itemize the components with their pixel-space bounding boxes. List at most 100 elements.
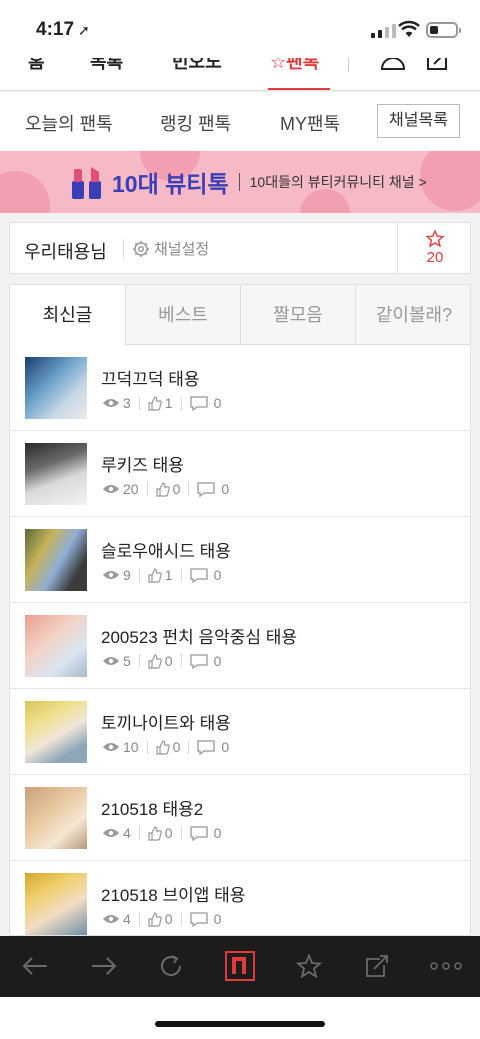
list-item[interactable]: 슬로우애시드 태용 9 1 0 [10, 517, 470, 603]
share-icon[interactable] [359, 950, 395, 982]
post-title: 200523 펀치 음악중심 태용 [101, 628, 298, 647]
list-item[interactable]: 루키즈 태용 20 0 0 [10, 431, 470, 517]
topnav-item-home[interactable]: 홈 [28, 58, 45, 74]
star-icon[interactable] [291, 950, 327, 982]
channel-name: 우리태용님 [24, 242, 107, 262]
comment-count: 0 [213, 911, 222, 927]
thumbs-up-icon [148, 653, 162, 669]
home-indicator [155, 1021, 325, 1027]
banner-title: 10대 뷰티톡 [112, 171, 229, 197]
comment-count: 0 [213, 567, 222, 583]
eye-icon [103, 571, 119, 579]
topnav-item-fantalk[interactable]: ☆팬톡 [270, 58, 319, 74]
post-thumbnail [25, 701, 87, 763]
refresh-icon[interactable] [153, 950, 189, 982]
comment-icon [189, 395, 208, 411]
post-meta: 4 0 0 [102, 825, 221, 841]
topnav-item-3[interactable]: 빈오노 [172, 58, 222, 74]
lipstick-icon [72, 167, 101, 199]
post-meta: 5 0 0 [102, 653, 221, 669]
thumbs-up-icon [148, 395, 162, 411]
comment-count: 0 [221, 739, 230, 755]
view-count: 10 [123, 739, 139, 755]
tab-my-fantalk[interactable]: MY팬톡 [280, 110, 340, 136]
thumbs-up-icon [155, 739, 170, 755]
list-item[interactable]: 200523 펀치 음악중심 태용 5 0 0 [10, 603, 470, 689]
list-item[interactable]: 210518 브이앱 태용 4 0 0 [10, 861, 470, 935]
comment-icon [189, 567, 208, 583]
banner-decoration [420, 151, 480, 211]
view-count: 3 [123, 395, 131, 411]
eye-icon [103, 485, 119, 493]
thumbs-up-icon [148, 825, 162, 841]
tab-watch-together[interactable]: 같이볼래? [355, 285, 470, 345]
post-title: 210518 태용2 [101, 800, 204, 819]
favorite-count: 20 [426, 249, 444, 266]
post-title: 토끼나이트와 태용 [101, 714, 231, 733]
battery-icon [426, 22, 461, 38]
post-title: 210518 브이앱 태용 [101, 886, 246, 905]
like-count: 0 [164, 825, 173, 841]
nav-divider [348, 58, 349, 72]
like-count: 0 [172, 481, 181, 497]
list-item[interactable]: 끄덕끄덕 태용 3 1 0 [10, 345, 470, 431]
eye-icon [103, 399, 119, 407]
topnav-item-list[interactable]: 목록 [90, 58, 123, 74]
like-count: 0 [164, 911, 173, 927]
eye-icon [103, 915, 119, 923]
banner-divider [238, 173, 240, 191]
n-home-icon[interactable] [222, 950, 258, 982]
promo-banner[interactable]: 10대 뷰티톡 10대들의 뷰티커뮤니티 채널 > [0, 151, 480, 213]
list-item[interactable]: 토끼나이트와 태용 10 0 0 [10, 689, 470, 775]
banner-description: 10대들의 뷰티커뮤니티 채널 > [249, 174, 427, 190]
comment-icon [189, 653, 208, 669]
channel-settings-label: 채널설정 [154, 241, 210, 258]
comment-icon [189, 911, 208, 927]
thumbs-up-icon [148, 567, 162, 583]
tab-gif-collection[interactable]: 짤모음 [240, 285, 355, 345]
list-item[interactable]: 210518 태용2 4 0 0 [10, 775, 470, 861]
tab-latest[interactable]: 최신글 [10, 285, 125, 345]
post-meta: 3 1 0 [102, 395, 221, 411]
star-icon: ☆ [270, 58, 287, 72]
comment-count: 0 [213, 825, 222, 841]
wifi-icon [398, 20, 420, 37]
post-title: 끄덕끄덕 태용 [101, 370, 200, 389]
tab-best[interactable]: 베스트 [125, 285, 240, 345]
post-meta: 9 1 0 [102, 567, 221, 583]
comment-icon [197, 481, 216, 497]
top-nav: 홈 목록 빈오노 ☆팬톡 [0, 58, 480, 91]
post-meta: 4 0 0 [102, 911, 221, 927]
write-icon[interactable] [426, 58, 452, 72]
back-arrow-icon[interactable] [17, 950, 53, 982]
gear-icon [133, 240, 149, 257]
favorite-button[interactable]: 20 [397, 223, 471, 273]
active-tab-underline [268, 88, 330, 90]
location-arrow-icon: ➚ [78, 22, 90, 38]
more-icon[interactable] [428, 950, 464, 982]
like-count: 0 [164, 653, 173, 669]
channel-list-button[interactable]: 채널목록 [377, 104, 460, 138]
channel-settings-button[interactable]: 채널설정 [132, 238, 209, 259]
notification-bell-icon[interactable] [380, 58, 406, 72]
tab-today-fantalk[interactable]: 오늘의 팬톡 [25, 110, 113, 136]
eye-icon [103, 657, 119, 665]
thumbs-up-icon [148, 911, 162, 927]
post-meta: 10 0 0 [102, 739, 229, 755]
post-thumbnail [25, 873, 87, 935]
cell-signal-icon [371, 24, 396, 38]
comment-count: 0 [213, 653, 222, 669]
post-title: 루키즈 태용 [101, 456, 184, 475]
view-count: 4 [123, 911, 131, 927]
banner-decoration [0, 171, 50, 213]
status-bar: 4:17 ➚ [0, 0, 480, 58]
star-outline-icon [426, 230, 444, 247]
tab-ranking-fantalk[interactable]: 랭킹 팬톡 [160, 110, 231, 136]
post-thumbnail [25, 529, 87, 591]
comment-count: 0 [221, 481, 230, 497]
status-time: 4:17 ➚ [36, 19, 90, 40]
forward-arrow-icon[interactable] [86, 950, 122, 982]
channel-header: 우리태용님 채널설정 20 [9, 222, 471, 274]
post-thumbnail [25, 443, 87, 505]
home-indicator-bar [0, 997, 480, 1039]
